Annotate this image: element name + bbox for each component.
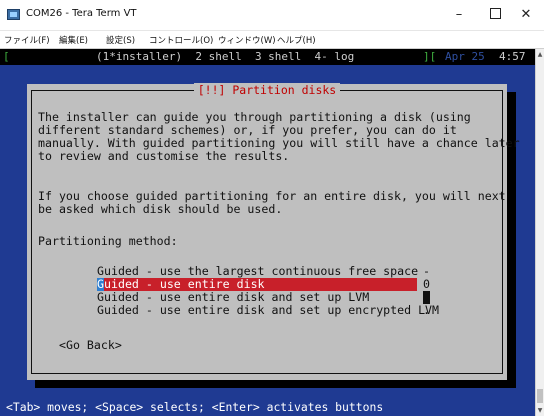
window-titlebar: COM26 - Tera Term VT – ✕ [0, 0, 544, 31]
partition-dialog: [!!] Partition disks The installer can g… [27, 83, 520, 380]
go-back-button[interactable]: <Go Back> [59, 339, 122, 352]
list-scroll-indicator-bottom: . [423, 303, 430, 317]
partitioning-method-label: Partitioning method: [38, 234, 178, 248]
status-left-bracket: [ [3, 50, 10, 63]
minimize-button[interactable]: – [441, 3, 477, 27]
status-date: Apr 25 [445, 50, 485, 63]
menu-edit[interactable]: 編集(E) [59, 34, 88, 46]
keyboard-help-line: <Tab> moves; <Space> selects; <Enter> ac… [6, 400, 384, 414]
terminal-screen[interactable]: [ (1*installer) 2 shell 3 shell 4- log ]… [0, 49, 535, 416]
terminal-scrollbar[interactable]: ▲ ▼ [535, 49, 544, 416]
maximize-icon [489, 7, 501, 19]
scroll-up-arrow-icon[interactable]: ▲ [536, 50, 544, 59]
tmux-status-line: [ (1*installer) 2 shell 3 shell 4- log ]… [0, 49, 535, 65]
scroll-down-arrow-icon[interactable]: ▼ [536, 406, 544, 415]
intro-line-4: to review and customise the results. [38, 149, 290, 163]
dialog-title-row: [!!] Partition disks [32, 83, 502, 97]
menu-control[interactable]: コントロール(O) [149, 34, 213, 46]
guided-line-2: be asked which disk should be used. [38, 202, 283, 216]
menu-file[interactable]: ファイル(F) [4, 34, 50, 46]
option-entire-disk-encrypted-lvm[interactable]: Guided - use entire disk and set up encr… [97, 304, 439, 317]
close-button[interactable]: ✕ [508, 3, 544, 27]
status-time: 4:57 [499, 50, 526, 63]
list-scroll-indicator-0: 0 [423, 277, 430, 291]
dialog-title: [!!] Partition disks [193, 83, 341, 97]
status-window-list: (1*installer) 2 shell 3 shell 4- log [96, 50, 355, 63]
status-right-bracket: ][ [423, 50, 437, 63]
dialog-shadow-bottom [35, 380, 516, 388]
menu-help[interactable]: ヘルプ(H) [277, 34, 316, 46]
scrollbar-thumb[interactable] [537, 389, 543, 403]
menu-bar: ファイル(F) 編集(E) 設定(S) コントロール(O) ウィンドウ(W) ヘ… [0, 31, 544, 49]
window-title: COM26 - Tera Term VT [26, 8, 137, 19]
menu-window[interactable]: ウィンドウ(W) [218, 34, 276, 46]
menu-setup[interactable]: 設定(S) [106, 34, 135, 46]
option-entire-disk-label: uided - use entire disk [104, 277, 265, 291]
teraterm-app-icon [7, 9, 20, 20]
